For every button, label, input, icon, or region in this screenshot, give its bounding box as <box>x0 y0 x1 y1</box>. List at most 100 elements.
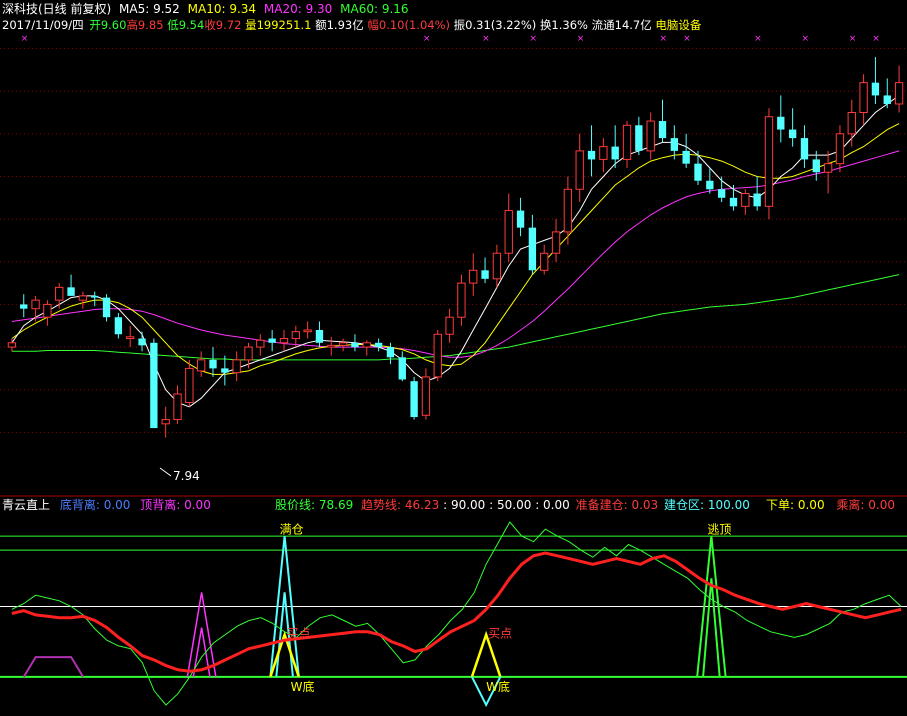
indicator-header: 青云直上 底背离: 0.00 顶背离: 0.00 <box>2 498 211 512</box>
candle-body <box>835 133 845 165</box>
candle-body <box>221 368 229 373</box>
candle <box>209 347 217 377</box>
candle <box>421 368 431 420</box>
candle <box>433 330 442 382</box>
candle-body <box>114 317 123 335</box>
price-line-value: 股价线: 78.69 <box>275 498 354 512</box>
candle-body <box>102 297 111 318</box>
candle-body <box>457 282 466 318</box>
low-price-marker: 7.94 <box>173 469 200 483</box>
candle-body <box>43 303 52 318</box>
candle-body <box>126 336 135 340</box>
candle-body <box>504 210 513 254</box>
candle <box>682 133 690 168</box>
candle-body <box>7 342 17 348</box>
signal-x-marker: × <box>660 34 668 44</box>
candle-body <box>800 138 809 160</box>
candle-body <box>823 163 833 173</box>
candle-body <box>717 189 726 198</box>
candle <box>327 336 336 356</box>
signal-x-marker: × <box>754 34 762 44</box>
candle <box>67 274 75 296</box>
candle-body <box>31 299 40 310</box>
candle-body <box>244 346 253 361</box>
candle <box>221 355 229 386</box>
candle <box>622 121 632 168</box>
candle-body <box>351 342 359 348</box>
buy-point-label: 买点 <box>287 626 311 640</box>
candle-body <box>528 227 537 271</box>
candle <box>635 116 643 156</box>
buy-point-label: 买点 <box>488 626 512 640</box>
candle <box>78 291 88 309</box>
candle <box>173 385 182 424</box>
candle-body <box>646 120 655 152</box>
candle-body <box>268 338 276 343</box>
signal-x-marker: × <box>21 34 29 44</box>
candle <box>150 338 158 429</box>
candle <box>551 219 561 262</box>
signal-markers: × × × × × × × × × × × <box>21 34 880 44</box>
candle <box>20 294 28 318</box>
candle-body <box>78 295 88 301</box>
candle-body <box>847 112 856 135</box>
signal-x-marker: × <box>849 34 857 44</box>
escape-top-label: 逃顶 <box>707 522 731 536</box>
candle <box>303 321 312 339</box>
candle-body <box>883 95 891 104</box>
candle <box>7 338 17 352</box>
candle <box>764 108 774 220</box>
candle <box>741 189 750 215</box>
candle-body <box>492 252 502 280</box>
candle-body <box>362 342 371 348</box>
trend-line <box>11 551 902 673</box>
candle <box>788 108 797 147</box>
candle <box>386 342 395 365</box>
candle-body <box>670 138 679 151</box>
candle-body <box>812 159 820 173</box>
candle-body <box>551 231 561 254</box>
indicator-values: 股价线: 78.69 趋势线: 46.23 : 90.00 : 50.00 : … <box>275 498 750 512</box>
candle <box>777 95 785 143</box>
trend-line-value: 趋势线: 46.23 <box>361 498 440 512</box>
order-value: 下单: 0.00 <box>766 498 825 512</box>
candlesticks[interactable] <box>7 57 904 438</box>
candle <box>658 99 667 143</box>
candle <box>351 334 359 352</box>
candle-body <box>303 329 312 333</box>
low-pointer <box>159 467 172 477</box>
candle-body <box>338 342 348 346</box>
candle-body <box>469 269 478 284</box>
candle-body <box>161 419 170 425</box>
signal-x-marker: × <box>482 34 490 44</box>
buy-point-peak <box>470 630 502 678</box>
candle <box>279 330 289 352</box>
candle-body <box>575 150 584 190</box>
level-50: : 50.00 <box>489 498 532 512</box>
candle-body <box>894 82 904 105</box>
candle-body <box>764 116 774 207</box>
stock-chart-window: 深科技(日线 前复权) MA5: 9.52 MA10: 9.34 MA20: 9… <box>0 0 907 716</box>
candle-body <box>138 338 146 346</box>
candle-body <box>232 359 241 374</box>
candle <box>232 351 241 382</box>
bottom-divergence: 底背离: 0.00 <box>59 498 131 512</box>
candle <box>362 340 371 356</box>
candle-body <box>91 295 99 298</box>
divergence-peak <box>186 592 217 677</box>
candle-body <box>622 124 632 160</box>
candle-body <box>386 347 395 358</box>
candle <box>315 321 324 348</box>
candle <box>138 331 146 352</box>
candle <box>599 138 608 173</box>
candle-body <box>871 82 880 96</box>
candle-body <box>55 286 64 301</box>
candle-body <box>374 342 383 348</box>
candle-body <box>587 150 596 160</box>
candle-body <box>753 193 761 207</box>
level-0: : 0.00 <box>535 498 570 512</box>
candle-body <box>540 252 549 271</box>
candle-body <box>256 339 265 348</box>
top-divergence: 顶背离: 0.00 <box>140 498 211 512</box>
candle <box>670 125 679 160</box>
